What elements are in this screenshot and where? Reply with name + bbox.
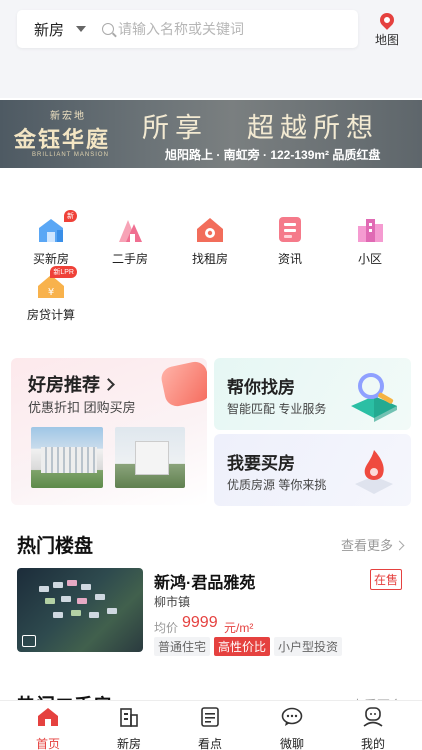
bottom-tab-bar: 首页 新房 看点 微聊 我的	[0, 700, 422, 750]
estate-thumbnail[interactable]	[17, 568, 143, 652]
tab-label: 看点	[197, 737, 222, 750]
find-house-subtitle: 智能匹配 专业服务	[227, 402, 327, 416]
estate-name[interactable]: 新鸿·君品雅苑	[154, 569, 255, 593]
estate-tag: 高性价比	[214, 637, 271, 656]
quick-nav-badge: 新LPR	[50, 266, 77, 278]
flame-icon	[355, 450, 393, 494]
user-icon	[363, 707, 383, 727]
search-icon	[102, 23, 114, 35]
estate-price: 9999	[182, 614, 218, 631]
news-icon	[274, 214, 306, 244]
quick-nav-rent[interactable]: 找租房	[175, 214, 245, 267]
tab-label: 微聊	[279, 737, 304, 750]
estate-tag: 小户型投资	[274, 637, 343, 656]
quick-nav-label: 资讯	[277, 252, 302, 266]
quick-nav-label: 二手房	[111, 252, 148, 266]
building-icon	[120, 708, 138, 727]
community-icon	[354, 214, 386, 244]
estate-tags: 普通住宅 高性价比 小户型投资	[154, 637, 343, 656]
city-selector[interactable]: 新房	[34, 19, 94, 40]
hot-estates-more-link[interactable]: 查看更多	[341, 535, 405, 554]
document-icon	[201, 707, 219, 727]
chevron-right-icon	[102, 378, 115, 391]
map-button[interactable]: 地图	[368, 10, 406, 48]
chevron-right-icon	[394, 540, 405, 551]
caret-down-icon	[76, 26, 87, 32]
quick-nav-news[interactable]: 资讯	[255, 214, 325, 267]
tab-label: 我的	[360, 737, 385, 750]
rent-house-icon	[194, 214, 226, 244]
svg-text:¥: ¥	[48, 287, 54, 298]
search-bar[interactable]: 新房 请输入名称或关键词	[17, 10, 358, 48]
recommend-photo[interactable]	[115, 427, 185, 488]
new-house-icon: 新	[35, 210, 77, 244]
city-label: 新房	[34, 21, 65, 39]
tab-profile[interactable]: 我的	[343, 707, 403, 750]
buy-house-subtitle: 优质房源 等你来挑	[227, 478, 327, 492]
quick-nav-badge: 新	[64, 210, 77, 222]
home-icon	[38, 708, 58, 726]
second-hand-house-icon	[114, 214, 146, 244]
find-house-card[interactable]: 帮你找房 智能匹配 专业服务	[214, 358, 411, 430]
quick-nav-label: 买新房	[32, 252, 69, 266]
quick-nav-label: 房贷计算	[26, 308, 75, 322]
estate-price-label: 均价	[154, 621, 179, 635]
search-input[interactable]: 请输入名称或关键词	[118, 19, 244, 39]
estate-tag: 普通住宅	[154, 637, 211, 656]
image-icon	[22, 635, 36, 647]
tab-label: 新房	[116, 737, 141, 750]
tab-chat[interactable]: 微聊	[262, 707, 322, 750]
banner-slogan-b: 超越所想	[247, 113, 379, 144]
map-label: 地图	[374, 33, 399, 47]
thumbs-up-icon	[159, 359, 207, 409]
tab-home[interactable]: 首页	[18, 707, 78, 750]
recommend-card[interactable]: 好房推荐 优惠折扣 团购买房	[11, 358, 207, 505]
buy-house-card[interactable]: 我要买房 优质房源 等你来挑	[214, 434, 411, 506]
recommend-photo[interactable]	[31, 427, 103, 488]
banner-brand-top: 新宏地	[50, 111, 86, 122]
banner-subline: 旭阳路上 · 南虹旁 · 122-139m² 品质红盘	[165, 148, 381, 162]
quick-nav-second-hand[interactable]: 二手房	[95, 214, 165, 267]
map-pin-icon	[377, 10, 397, 30]
quick-nav-buy-new[interactable]: 新 买新房	[16, 210, 86, 267]
chat-bubble-icon	[281, 707, 303, 726]
status-badge: 在售	[370, 569, 403, 590]
tab-new-house[interactable]: 新房	[99, 707, 159, 750]
header: 新房 请输入名称或关键词 地图	[0, 0, 422, 98]
promo-banner[interactable]: 新宏地 金钰华庭 BRILLIANT MANSION 所享 超越所想 旭阳路上 …	[0, 100, 422, 168]
recommend-title: 好房推荐	[28, 371, 115, 397]
quick-nav-label: 找租房	[191, 252, 228, 266]
banner-slogan-a: 所享	[142, 113, 208, 144]
estate-price-unit: 元/m²	[224, 621, 254, 635]
quick-nav-loan-calc[interactable]: ¥ 新LPR 房贷计算	[16, 266, 86, 323]
estate-location: 柳市镇	[154, 595, 191, 609]
buy-house-title: 我要买房	[227, 454, 295, 473]
magnifier-icon	[351, 373, 397, 422]
banner-brand: 金钰华庭	[14, 127, 111, 153]
tab-label: 首页	[35, 737, 60, 750]
quick-nav-community[interactable]: 小区	[335, 214, 405, 267]
recommend-subtitle: 优惠折扣 团购买房	[28, 400, 136, 415]
tab-highlights[interactable]: 看点	[180, 707, 240, 750]
find-house-title: 帮你找房	[227, 378, 295, 397]
loan-calculator-icon: ¥ 新LPR	[35, 266, 77, 300]
quick-nav-label: 小区	[357, 252, 382, 266]
hot-estates-title: 热门楼盘	[17, 536, 94, 557]
banner-brand-en: BRILLIANT MANSION	[32, 152, 109, 158]
